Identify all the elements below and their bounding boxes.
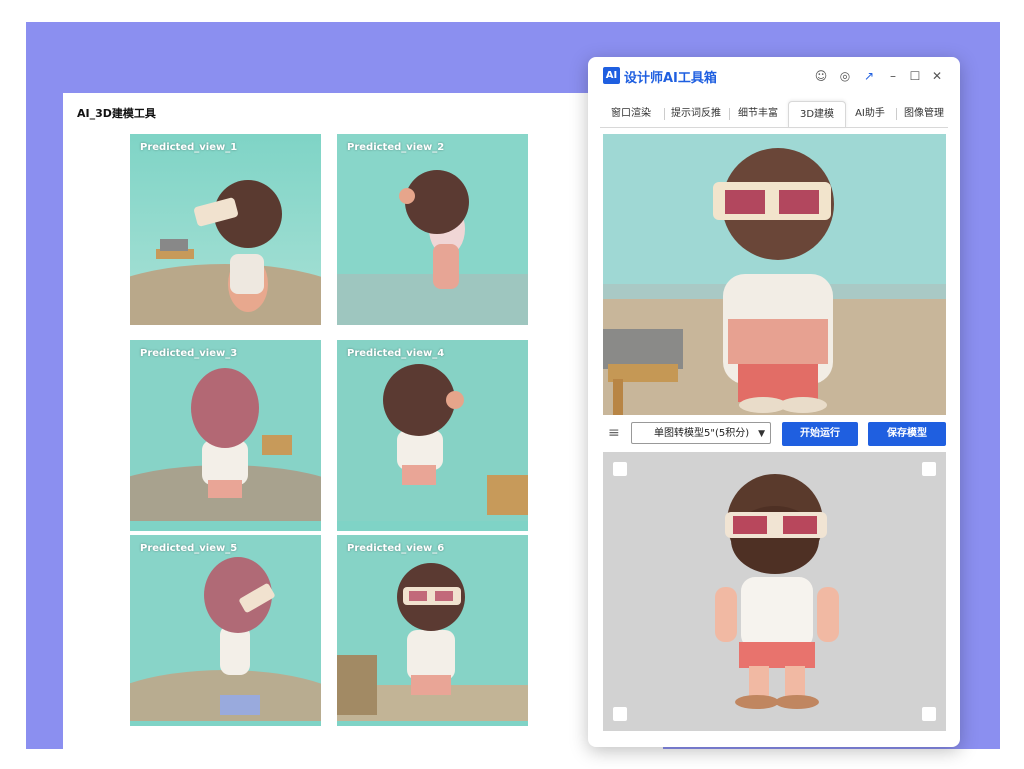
pin-icon[interactable]: ↗ [860,67,878,85]
start-run-button[interactable]: 开始运行 [782,422,858,446]
predicted-views-panel: AI_3D建模工具 Predicted_view_1 Predicted_vie… [63,93,663,769]
app-title: 设计师AI工具箱 [624,71,717,86]
predicted-view-2[interactable]: Predicted_view_2 [337,134,528,325]
close-button[interactable]: ✕ [928,67,946,85]
ai-toolbox-window: AI 设计师AI工具箱 ☺ ◎ ↗ – ☐ ✕ 窗口渲染 提示词反推 细节丰富 … [588,57,960,747]
predicted-view-3[interactable]: Predicted_view_3 [130,340,321,531]
minimize-button[interactable]: – [884,67,902,85]
view-label: Predicted_view_2 [347,142,445,153]
settings-icon[interactable]: ◎ [836,67,854,85]
tab-bar: 窗口渲染 提示词反推 细节丰富 3D建模 AI助手 图像管理 [600,101,951,128]
user-icon[interactable]: ☺ [812,67,830,85]
view-label: Predicted_view_4 [347,348,445,359]
tab-detail-enrich[interactable]: 细节丰富 [730,101,786,127]
menu-icon[interactable]: ≡ [608,426,622,440]
tab-prompt-reverse[interactable]: 提示词反推 [664,101,728,127]
view-label: Predicted_view_6 [347,543,445,554]
tab-image-manage[interactable]: 图像管理 [897,101,951,127]
tab-ai-assistant[interactable]: AI助手 [846,101,894,127]
tab-window-render[interactable]: 窗口渲染 [600,101,662,127]
predicted-view-4[interactable]: Predicted_view_4 [337,340,528,531]
maximize-button[interactable]: ☐ [906,67,924,85]
tab-3d-modeling[interactable]: 3D建模 [788,101,846,128]
view-label: Predicted_view_5 [140,543,238,554]
save-model-button[interactable]: 保存模型 [868,422,946,446]
panel-title: AI_3D建模工具 [77,107,156,120]
view-label: Predicted_view_1 [140,142,238,153]
title-bar[interactable]: AI 设计师AI工具箱 ☺ ◎ ↗ – ☐ ✕ [588,57,960,97]
predicted-view-1[interactable]: Predicted_view_1 [130,134,321,325]
chevron-down-icon: ▼ [758,429,765,439]
predicted-view-5[interactable]: Predicted_view_5 [130,535,321,726]
model-toolbar: ≡ 单图转模型5"(5积分) ▼ 开始运行 保存模型 [603,421,946,447]
tab-divider [600,127,948,128]
predicted-view-6[interactable]: Predicted_view_6 [337,535,528,726]
3d-model-viewer[interactable] [603,452,946,731]
model-type-value: 单图转模型5"(5积分) [654,428,750,439]
app-logo: AI [603,67,620,84]
source-image [603,134,946,415]
model-type-select[interactable]: 单图转模型5"(5积分) ▼ [631,422,771,444]
view-label: Predicted_view_3 [140,348,238,359]
